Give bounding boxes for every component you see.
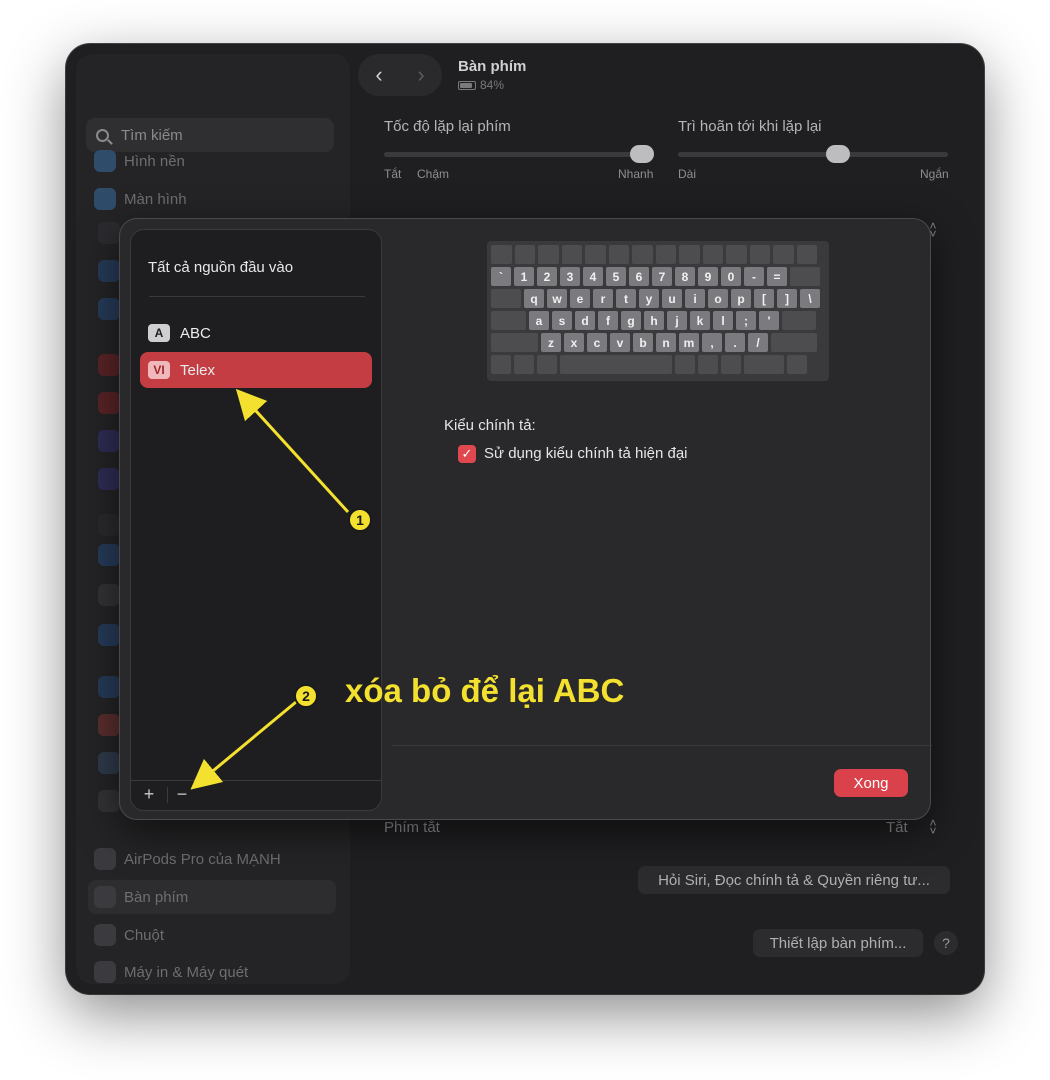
step-2-badge: 2	[294, 684, 318, 708]
annotation-arrows	[190, 388, 350, 790]
arrow-to-telex	[235, 388, 350, 514]
step-1-badge: 1	[348, 508, 372, 532]
arrow-to-remove-button	[190, 700, 297, 790]
annotation-note: xóa bỏ để lại ABC	[345, 672, 625, 709]
